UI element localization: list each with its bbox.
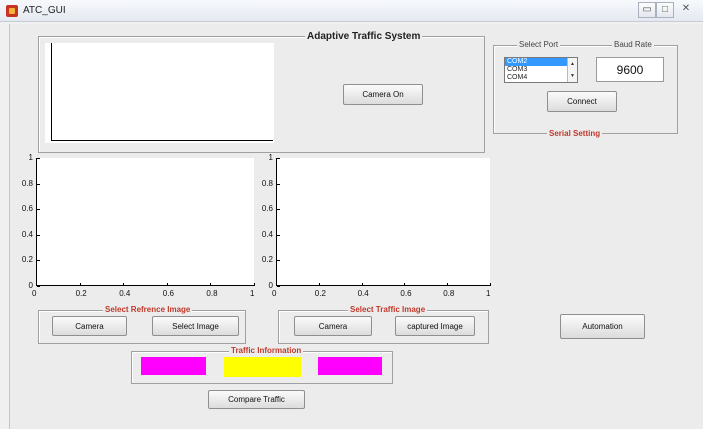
listbox-scrollbar[interactable]: ▲ ▼ [567, 58, 577, 82]
x-tick-label: 0.2 [75, 289, 87, 298]
y-tick-label: 1 [268, 153, 273, 162]
camera-preview-area [45, 43, 274, 143]
x-tick-mark [361, 283, 363, 286]
select-image-button[interactable]: Select Image [152, 316, 239, 336]
y-tick-mark [37, 183, 40, 185]
y-tick-mark [277, 286, 280, 287]
connect-button[interactable]: Connect [547, 91, 617, 112]
y-tick-mark [37, 286, 40, 287]
x-tick-mark [166, 283, 168, 286]
y-tick-label: 0.2 [21, 255, 33, 265]
y-tick-mark [37, 234, 40, 236]
compare-traffic-button[interactable]: Compare Traffic [208, 390, 305, 409]
serial-setting-title: Serial Setting [547, 129, 603, 138]
reference-camera-button[interactable]: Camera [52, 316, 127, 336]
x-tick-label: 0.6 [162, 289, 174, 298]
x-tick-mark [254, 283, 255, 286]
y-tick-label: 0.6 [21, 204, 33, 214]
close-button[interactable]: ✕ [675, 2, 697, 18]
select-port-label: Select Port [517, 40, 561, 49]
maximize-button[interactable]: □ [656, 2, 674, 18]
baud-rate-label: Baud Rate [612, 40, 654, 49]
title-bar [0, 0, 703, 22]
reference-image-axes [36, 158, 254, 286]
traffic-information-title: Traffic Information [229, 346, 304, 355]
automation-button[interactable]: Automation [560, 314, 645, 339]
y-tick-mark [277, 209, 280, 211]
x-tick-mark [36, 283, 37, 286]
traffic-panel-title: Select Traffic Image [348, 305, 428, 314]
baud-rate-field[interactable]: 9600 [596, 57, 664, 82]
x-tick-mark [447, 283, 449, 286]
lane-2-indicator [224, 357, 301, 377]
y-tick-mark [277, 234, 280, 236]
y-tick-mark [277, 158, 280, 159]
camera-axis-y [51, 43, 52, 141]
x-tick-mark [123, 283, 125, 286]
x-tick-label: 1 [486, 289, 491, 298]
camera-axis-x [51, 140, 273, 141]
minimize-button[interactable]: ▭ [638, 2, 656, 18]
panel-title-adaptive-traffic: Adaptive Traffic System [305, 31, 423, 42]
x-tick-mark [276, 283, 277, 286]
x-tick-label: 0.8 [206, 289, 218, 298]
x-tick-label: 0.4 [119, 289, 131, 298]
x-tick-mark [210, 283, 212, 286]
camera-on-button[interactable]: Camera On [343, 84, 423, 105]
x-tick-label: 0.8 [443, 289, 455, 298]
x-tick-mark [490, 283, 491, 286]
x-tick-label: 0.6 [400, 289, 412, 298]
x-tick-label: 0 [32, 289, 37, 298]
reference-panel-title: Select Refrence Image [103, 305, 193, 314]
lane-1-indicator [141, 357, 206, 375]
x-tick-mark [404, 283, 406, 286]
y-tick-mark [37, 260, 40, 262]
matlab-app-icon [6, 5, 18, 17]
x-tick-label: 1 [250, 289, 255, 298]
traffic-image-axes [276, 158, 490, 286]
y-tick-label: 0.8 [261, 178, 273, 188]
y-tick-mark [37, 209, 40, 211]
x-tick-label: 0.4 [357, 289, 369, 298]
x-tick-label: 0.2 [314, 289, 326, 298]
x-tick-mark [79, 283, 81, 286]
x-tick-label: 0 [272, 289, 277, 298]
y-tick-label: 0.4 [261, 229, 273, 239]
y-tick-label: 0.2 [261, 255, 273, 265]
y-tick-label: 1 [28, 153, 33, 162]
y-tick-label: 0.4 [21, 229, 33, 239]
y-tick-mark [277, 260, 280, 262]
window-title: ATC_GUI [23, 5, 66, 16]
y-tick-mark [277, 183, 280, 185]
y-tick-label: 0.8 [21, 178, 33, 188]
y-tick-label: 0.6 [261, 204, 273, 214]
x-tick-mark [318, 283, 320, 286]
y-tick-mark [37, 158, 40, 159]
traffic-camera-button[interactable]: Camera [294, 316, 372, 336]
lane-3-indicator [318, 357, 382, 375]
captured-image-button[interactable]: captured Image [395, 316, 475, 336]
